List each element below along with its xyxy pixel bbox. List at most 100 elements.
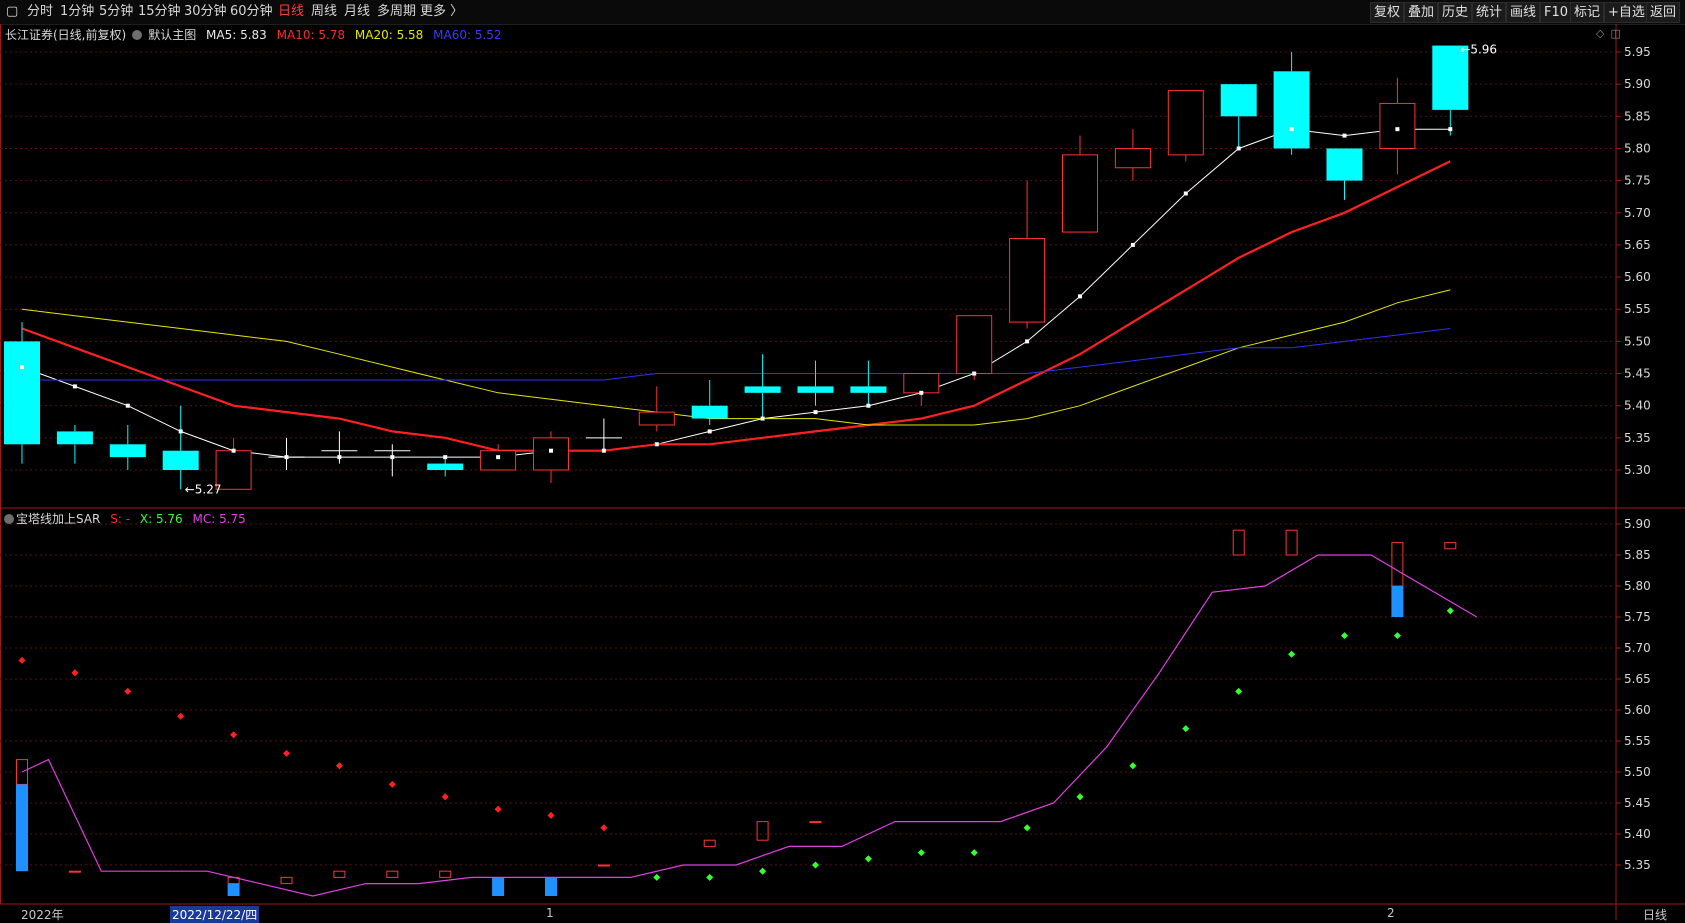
circle-menu-icon[interactable] (4, 514, 14, 524)
ma5-dot (1236, 146, 1241, 151)
ma5-dot (601, 448, 606, 453)
period-tab-30min[interactable]: 30分钟 (184, 3, 227, 21)
candle-body (1220, 84, 1257, 117)
main-y-tick-label: 5.30 (1624, 463, 1651, 477)
main-y-tick-label: 5.75 (1624, 174, 1651, 188)
candle (1432, 45, 1469, 136)
candle (585, 418, 622, 451)
legend-x: X: 5.76 (139, 512, 183, 526)
tower-blue-segment (492, 877, 505, 896)
tower-red-segment (1285, 529, 1298, 556)
ma-line-ma10 (21, 160, 1451, 452)
mark-button[interactable]: 标记 (1570, 2, 1605, 23)
candle (109, 424, 146, 470)
square-icon[interactable]: ▢ (6, 3, 18, 21)
f10-button[interactable]: F10 (1540, 2, 1573, 23)
stats-button[interactable]: 统计 (1472, 2, 1507, 23)
sub-y-tick-label: 5.80 (1624, 579, 1651, 593)
mc-line (21, 554, 1478, 897)
ma-lines (21, 128, 1451, 458)
history-button[interactable]: 历史 (1438, 2, 1473, 23)
sub-y-tick-label: 5.55 (1624, 734, 1651, 748)
period-tab-more[interactable]: 更多 〉 (420, 3, 463, 21)
ma5-dot (1289, 127, 1294, 132)
cursor-date: 2022/12/22/四 (170, 906, 260, 923)
tower-red-segment (439, 870, 452, 878)
max-price-label: ←5.96 (1460, 43, 1497, 57)
overlay-button[interactable]: 叠加 (1404, 2, 1439, 23)
candle-body (1167, 90, 1204, 156)
main-y-tick-label: 5.40 (1624, 399, 1651, 413)
candle-body (638, 411, 675, 426)
tower-bar (1391, 542, 1404, 617)
ma5-dot (813, 410, 818, 415)
candles (4, 45, 1469, 490)
draw-button[interactable]: 画线 (1506, 2, 1541, 23)
sar-dot (124, 687, 132, 695)
period-tab-60min[interactable]: 60分钟 (230, 3, 273, 21)
sar-dot (917, 849, 925, 857)
diamond-icon[interactable]: ◇ (1596, 27, 1604, 40)
sub-y-tick-label: 5.75 (1624, 610, 1651, 624)
sar-dot (1023, 824, 1031, 832)
sub-y-tick-label: 5.90 (1624, 517, 1651, 531)
tower-bar (1285, 529, 1298, 556)
add-watch-button[interactable]: +自选 (1604, 2, 1649, 23)
period-tab-15min[interactable]: 15分钟 (138, 3, 181, 21)
tower-bars (16, 529, 1457, 896)
sar-dot (177, 712, 185, 720)
period-tab-weekly[interactable]: 周线 (311, 3, 337, 21)
ma5-dot (231, 448, 236, 453)
candle-body (1114, 147, 1151, 169)
sar-dot (1288, 650, 1296, 658)
main-y-tick-label: 5.60 (1624, 270, 1651, 284)
tower-bar (1444, 542, 1457, 550)
back-button[interactable]: 返回 (1646, 2, 1681, 23)
ma5-dot (178, 429, 183, 434)
period-tab-monthly[interactable]: 月线 (344, 3, 370, 21)
sar-dot (600, 824, 608, 832)
candle-body (427, 463, 464, 470)
candle (1326, 148, 1363, 200)
main-y-tick-label: 5.65 (1624, 238, 1651, 252)
candle (1114, 129, 1151, 181)
tower-bar (333, 870, 346, 878)
fuquan-button[interactable]: 复权 (1370, 2, 1405, 23)
main-y-tick-label: 5.85 (1624, 109, 1651, 123)
candle (1220, 84, 1257, 149)
ma5-dot (337, 455, 342, 460)
candle-body (956, 315, 993, 375)
circle-menu-icon[interactable] (132, 30, 143, 40)
tower-bar (386, 870, 399, 878)
period-tab-5min[interactable]: 5分钟 (99, 3, 133, 21)
sar-dot (282, 749, 291, 757)
ma5-dot (760, 416, 765, 421)
tower-blue-segment (1391, 586, 1404, 617)
sar-dot (1076, 793, 1084, 801)
main-legend: 长江证券(日线,前复权) 默认主图 MA5: 5.83 MA10: 5.78 MA… (5, 26, 508, 43)
main-chart-name[interactable]: 默认主图 (148, 28, 196, 42)
tower-bar (16, 759, 28, 872)
period-tab-multi[interactable]: 多周期 (377, 3, 416, 21)
mc-line (21, 554, 1478, 897)
legend-ma5: MA5: 5.83 (206, 28, 267, 42)
sar-dot (759, 867, 767, 875)
candle (268, 437, 305, 470)
indicator-title: 宝塔线加上SAR (16, 512, 101, 526)
candle-body (4, 341, 40, 445)
sar-dot (71, 669, 79, 677)
sub-y-tick-label: 5.85 (1624, 548, 1651, 562)
ma5-dot (654, 442, 659, 447)
tower-red-segment (597, 864, 610, 867)
tower-bar (227, 876, 240, 896)
ma-line-ma5 (21, 128, 1451, 458)
sub-y-tick-label: 5.45 (1624, 796, 1651, 810)
legend-icons: ◇ ◫ (1596, 27, 1627, 40)
period-tab-daily[interactable]: 日线 (278, 3, 304, 21)
window-icon[interactable]: ◫ (1610, 27, 1620, 40)
period-tab-time[interactable]: 分时 (27, 3, 53, 21)
period-tab-1min[interactable]: 1分钟 (60, 3, 94, 21)
sub-y-tick-label: 5.40 (1624, 827, 1651, 841)
ma-line-ma20 (21, 289, 1451, 426)
candle (162, 405, 199, 490)
